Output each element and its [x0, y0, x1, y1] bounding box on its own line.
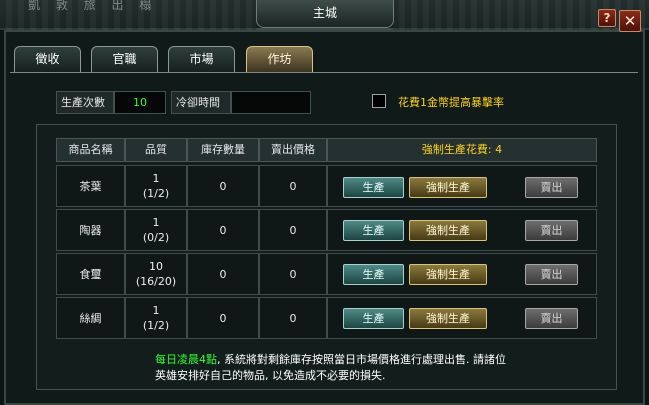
row-2-stock: 0	[187, 209, 259, 251]
force-produce-button[interactable]: 強制生產	[409, 308, 487, 329]
quality-progress: (16/20)	[135, 275, 177, 288]
notice-highlight: 每日凌晨4點	[155, 353, 217, 366]
row-1-stock: 0	[187, 165, 259, 207]
help-button[interactable]: ?	[598, 9, 616, 27]
produce-button[interactable]: 生產	[343, 220, 404, 241]
header-quality: 品質	[125, 138, 187, 162]
sell-button[interactable]: 賣出	[525, 308, 578, 329]
item-name: 絲綢	[79, 311, 102, 325]
quality-level: 1	[152, 216, 160, 229]
production-count-value: 10	[114, 91, 166, 114]
notice-text: 每日凌晨4點, 系統將對剩餘庫存按照當日市場價格進行處理出售. 請諸位英雄安排好…	[155, 352, 515, 384]
stock-value: 0	[219, 179, 227, 193]
sell-button[interactable]: 賣出	[525, 220, 578, 241]
crit-boost-checkbox[interactable]	[372, 94, 386, 108]
row-2-name: 陶器	[56, 209, 125, 251]
quality-progress: (1/2)	[142, 187, 170, 200]
header-force-cost: 強制生產花費: 4	[327, 138, 597, 162]
row-1-quality: 1 (1/2)	[125, 165, 187, 207]
sell-button[interactable]: 賣出	[525, 264, 578, 285]
header-name: 商品名稱	[56, 138, 125, 162]
produce-button[interactable]: 生產	[343, 308, 404, 329]
header-price: 賣出價格	[259, 138, 327, 162]
tab-office[interactable]: 官職	[91, 46, 158, 72]
quality-level: 1	[152, 172, 160, 185]
row-4-quality: 1 (1/2)	[125, 297, 187, 339]
row-3-quality: 10 (16/20)	[125, 253, 187, 295]
crit-boost-label: 花費1金幣提高暴擊率	[398, 96, 504, 109]
item-name: 食璽	[79, 267, 102, 281]
row-2-quality: 1 (0/2)	[125, 209, 187, 251]
tab-market[interactable]: 市場	[168, 46, 235, 72]
price-value: 0	[289, 179, 297, 193]
row-1-name: 茶葉	[56, 165, 125, 207]
window-title: 主城	[256, 0, 394, 28]
quality-level: 1	[152, 304, 160, 317]
background-menu-text: 凱 敦 旅 出 榻	[28, 0, 158, 12]
row-3-price: 0	[259, 253, 327, 295]
produce-button[interactable]: 生產	[343, 177, 404, 198]
price-value: 0	[289, 267, 297, 281]
row-2-price: 0	[259, 209, 327, 251]
quality-progress: (1/2)	[142, 319, 170, 332]
force-produce-button[interactable]: 強制生產	[409, 220, 487, 241]
force-produce-button[interactable]: 強制生產	[409, 177, 487, 198]
item-name: 茶葉	[79, 179, 102, 193]
cooldown-label: 冷卻時間	[171, 91, 231, 114]
stock-value: 0	[219, 223, 227, 237]
quality-progress: (0/2)	[142, 231, 170, 244]
row-3-stock: 0	[187, 253, 259, 295]
row-4-price: 0	[259, 297, 327, 339]
stock-value: 0	[219, 267, 227, 281]
cooldown-value	[231, 91, 311, 114]
row-3-name: 食璽	[56, 253, 125, 295]
item-name: 陶器	[79, 223, 102, 237]
row-4-name: 絲綢	[56, 297, 125, 339]
tab-levy[interactable]: 徵收	[14, 46, 81, 72]
price-value: 0	[289, 223, 297, 237]
row-1-price: 0	[259, 165, 327, 207]
price-value: 0	[289, 311, 297, 325]
quality-level: 10	[149, 260, 163, 273]
production-count-label: 生產次數	[56, 91, 114, 114]
produce-button[interactable]: 生產	[343, 264, 404, 285]
sell-button[interactable]: 賣出	[525, 177, 578, 198]
force-produce-button[interactable]: 強制生產	[409, 264, 487, 285]
row-4-stock: 0	[187, 297, 259, 339]
stock-value: 0	[219, 311, 227, 325]
header-stock: 庫存數量	[187, 138, 259, 162]
tab-divider	[10, 72, 638, 73]
tab-workshop[interactable]: 作坊	[246, 46, 313, 72]
close-button[interactable]: ✕	[619, 10, 641, 32]
